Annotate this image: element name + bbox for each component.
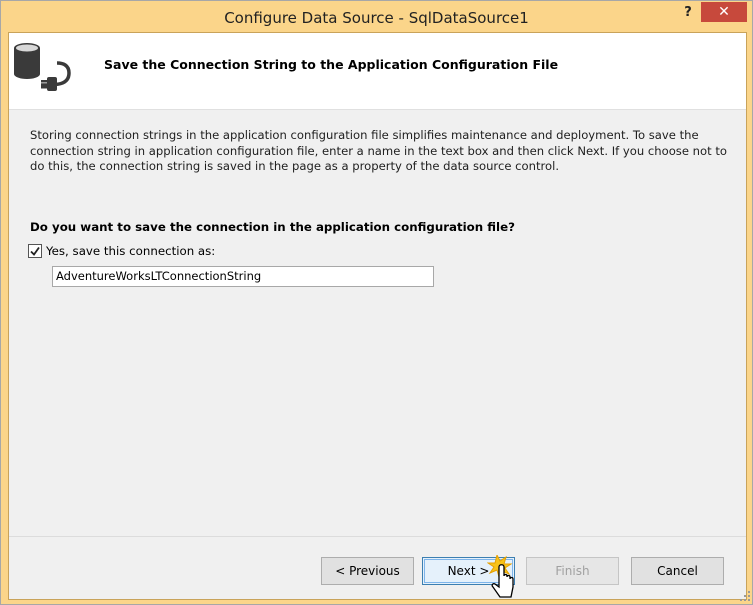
resize-grip-icon[interactable]: [739, 590, 751, 602]
wizard-header: Save the Connection String to the Applic…: [9, 33, 746, 110]
checkmark-icon: [30, 246, 40, 256]
save-question-label: Do you want to save the connection in th…: [30, 220, 515, 234]
dialog-client-area: Save the Connection String to the Applic…: [8, 32, 747, 600]
page-title: Save the Connection String to the Applic…: [104, 57, 559, 72]
title-bar[interactable]: Configure Data Source - SqlDataSource1 ?…: [1, 1, 752, 33]
help-button[interactable]: ?: [675, 3, 701, 23]
save-connection-checkbox[interactable]: [28, 244, 42, 258]
dialog-window: Configure Data Source - SqlDataSource1 ?…: [0, 0, 753, 605]
close-button[interactable]: ✕: [701, 2, 747, 22]
footer-divider: [9, 536, 746, 537]
finish-button: Finish: [526, 557, 619, 585]
connection-name-input[interactable]: AdventureWorksLTConnectionString: [52, 266, 434, 287]
window-title: Configure Data Source - SqlDataSource1: [224, 9, 529, 27]
description-text: Storing connection strings in the applic…: [30, 128, 727, 173]
cancel-button[interactable]: Cancel: [631, 557, 724, 585]
previous-button[interactable]: < Previous: [321, 557, 414, 585]
save-connection-checkbox-label[interactable]: Yes, save this connection as:: [46, 244, 215, 258]
hand-cursor-icon: [487, 555, 514, 598]
database-plug-icon: [14, 43, 71, 91]
